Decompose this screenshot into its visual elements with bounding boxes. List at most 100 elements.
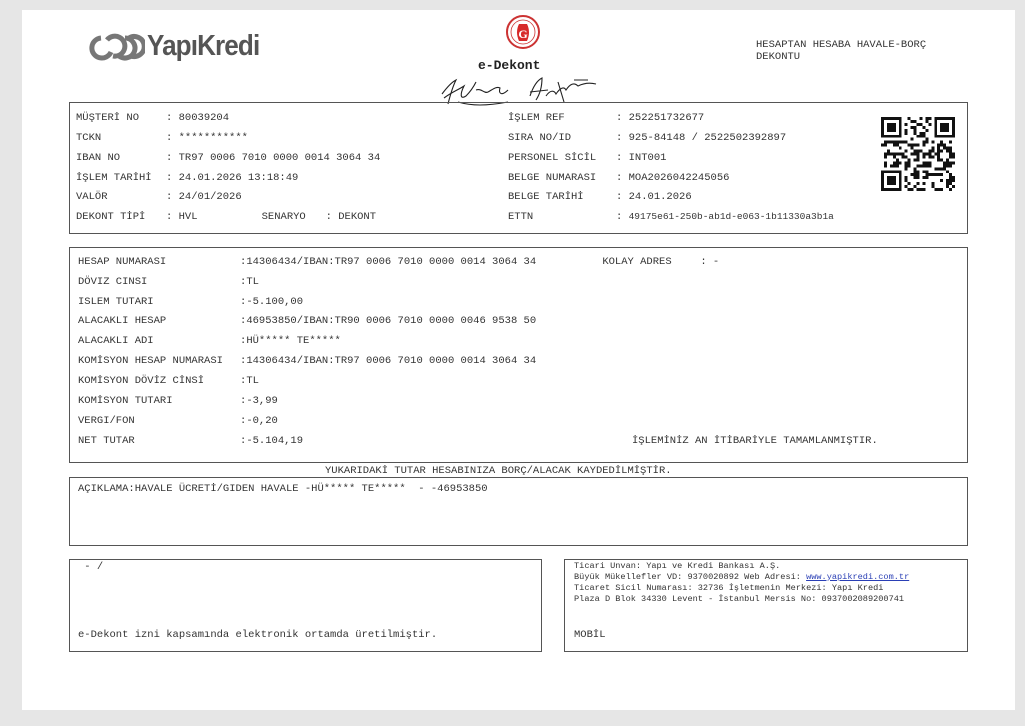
komisyon-hesap-row: KOMİSYON HESAP NUMARASI:14306434/IBAN:TR… <box>78 355 537 367</box>
islem-tarihi-value: 24.01.2026 13:18:49 <box>178 172 299 184</box>
kolay-adres-value: - <box>712 256 720 268</box>
islem-tutari-value: -5.100,00 <box>246 296 304 308</box>
svg-text:G: G <box>518 27 527 41</box>
sira-no-label: SIRA NO/ID <box>508 132 572 144</box>
belge-tarihi-row: BELGE TARİHİ: 24.01.2026 <box>508 191 692 203</box>
seal-icon: G <box>506 15 540 49</box>
notice-text: YUKARIDAKİ TUTAR HESABINIZA BORÇ/ALACAK … <box>325 465 672 477</box>
kolay-adres-label: KOLAY ADRES <box>602 256 672 268</box>
dekont-tipi-row: DEKONT TİPİ: HVL SENARYO: DEKONT <box>76 211 377 223</box>
komisyon-hesap-value: 14306434/IBAN:TR97 0006 7010 0000 0014 3… <box>246 355 537 367</box>
sira-no-value: 925-84148 / 2522502392897 <box>628 132 787 144</box>
footer-legal-text: e-Dekont izni kapsamında elektronik orta… <box>78 629 438 641</box>
yapikredi-logo: YapıKredi <box>87 30 260 64</box>
komisyon-doviz-row: KOMİSYON DÖVİZ CİNSİ:TL <box>78 375 259 387</box>
doviz-cinsi-label: DÖVIZ CINSI <box>78 276 148 288</box>
company-line4: Plaza D Blok 34330 Levent - İstanbul Mer… <box>574 594 905 604</box>
tckn-label: TCKN <box>76 132 102 144</box>
iban-no-row: IBAN NO: TR97 0006 7010 0000 0014 3064 3… <box>76 152 381 164</box>
islem-ref-value: 252251732677 <box>628 112 705 124</box>
hesap-numarasi-label: HESAP NUMARASI <box>78 256 167 268</box>
ettn-label: ETTN <box>508 211 534 223</box>
alacakli-hesap-value: 46953850/IBAN:TR90 0006 7010 0000 0046 9… <box>246 315 537 327</box>
doviz-cinsi-row: DÖVIZ CINSI:TL <box>78 276 259 288</box>
komisyon-tutari-label: KOMİSYON TUTARI <box>78 395 173 407</box>
komisyon-hesap-label: KOMİSYON HESAP NUMARASI <box>78 355 223 367</box>
bank-name: YapıKredi <box>147 30 260 62</box>
iban-no-label: IBAN NO <box>76 152 121 164</box>
document-title-line2: DEKONTU <box>756 51 801 63</box>
company-line2-text: Büyük Mükellefler VD: 9370020892 Web Adr… <box>574 572 807 582</box>
footer-left-box: - / e-Dekont izni kapsamında elektronik … <box>69 559 542 652</box>
company-line1: Ticari Unvan: Yapı ve Kredi Bankası A.Ş. <box>574 561 781 571</box>
tckn-row: TCKN: *********** <box>76 132 248 144</box>
ettn-value: 49175e61-250b-ab1d-e063-1b11330a3b1a <box>628 211 834 222</box>
company-line2: Büyük Mükellefler VD: 9370020892 Web Adr… <box>574 572 909 584</box>
musteri-no-row: MÜŞTERİ NO: 80039204 <box>76 112 230 124</box>
net-tutar-value: -5.104,19 <box>246 435 304 447</box>
net-tutar-label: NET TUTAR <box>78 435 135 447</box>
alacakli-hesap-row: ALACAKLI HESAP:46953850/IBAN:TR90 0006 7… <box>78 315 537 327</box>
musteri-no-value: 80039204 <box>178 112 230 124</box>
net-tutar-row: NET TUTAR:-5.104,19 <box>78 435 304 447</box>
ettn-row: ETTN: 49175e61-250b-ab1d-e063-1b11330a3b… <box>508 211 834 223</box>
dekont-tipi-value: HVL <box>178 211 198 223</box>
senaryo-label: SENARYO <box>261 211 306 223</box>
valor-label: VALÖR <box>76 191 108 203</box>
belge-numarasi-row: BELGE NUMARASI: MOA2026042245056 <box>508 172 730 184</box>
hesap-numarasi-row: HESAP NUMARASI:14306434/IBAN:TR97 0006 7… <box>78 256 720 268</box>
vergi-label: VERGI/FON <box>78 415 135 427</box>
document-name: e-Dekont <box>478 58 541 73</box>
komisyon-tutari-row: KOMİSYON TUTARI:-3,99 <box>78 395 278 407</box>
iban-no-value: TR97 0006 7010 0000 0014 3064 34 <box>178 152 381 164</box>
islem-tarihi-label: İŞLEM TARİHİ <box>76 172 152 184</box>
vergi-value: -0,20 <box>246 415 278 427</box>
musteri-no-label: MÜŞTERİ NO <box>76 112 140 124</box>
receipt-page: YapıKredi G e-Dekont HESAPTAN HESABA HAV… <box>22 10 1015 710</box>
company-line3: Ticaret Sicil Numarası: 32736 İşletmenin… <box>574 583 884 593</box>
alacakli-adi-label: ALACAKLI ADI <box>78 335 154 347</box>
komisyon-doviz-label: KOMİSYON DÖVİZ CİNSİ <box>78 375 205 387</box>
islem-tutari-row: ISLEM TUTARI:-5.100,00 <box>78 296 304 308</box>
aciklama-row: AÇIKLAMA:HAVALE ÜCRETİ/GIDEN HAVALE -HÜ*… <box>78 483 488 495</box>
footer-left-top: - / <box>78 561 104 573</box>
dekont-tipi-label: DEKONT TİPİ <box>76 211 146 223</box>
transaction-box: HESAP NUMARASI:14306434/IBAN:TR97 0006 7… <box>69 247 968 463</box>
islem-tutari-label: ISLEM TUTARI <box>78 296 154 308</box>
komisyon-tutari-value: -3,99 <box>246 395 278 407</box>
document-title: HESAPTAN HESABA HAVALE-BORÇ DEKONTU <box>756 39 926 63</box>
status-text: İŞLEMİNİZ AN İTİBARİYLE TAMAMLANMIŞTIR. <box>632 435 878 447</box>
belge-numarasi-label: BELGE NUMARASI <box>508 172 597 184</box>
customer-info-box: MÜŞTERİ NO: 80039204 TCKN: *********** I… <box>69 102 968 234</box>
belge-tarihi-label: BELGE TARİHİ <box>508 191 584 203</box>
valor-value: 24/01/2026 <box>178 191 242 203</box>
yapikredi-logo-icon <box>89 33 147 61</box>
islem-tarihi-row: İŞLEM TARİHİ: 24.01.2026 13:18:49 <box>76 172 299 184</box>
alacakli-adi-row: ALACAKLI ADI:HÜ***** TE***** <box>78 335 341 347</box>
belge-tarihi-value: 24.01.2026 <box>628 191 692 203</box>
vergi-row: VERGI/FON:-0,20 <box>78 415 278 427</box>
footer-right-box: Ticari Unvan: Yapı ve Kredi Bankası A.Ş.… <box>564 559 968 652</box>
alacakli-hesap-label: ALACAKLI HESAP <box>78 315 167 327</box>
channel-text: MOBİL <box>574 629 606 641</box>
aciklama-label: AÇIKLAMA: <box>78 483 135 495</box>
alacakli-adi-value: HÜ***** TE***** <box>246 335 341 347</box>
doviz-cinsi-value: TL <box>246 276 259 288</box>
personel-sicil-row: PERSONEL SİCİL: INT001 <box>508 152 667 164</box>
komisyon-doviz-value: TL <box>246 375 259 387</box>
sira-no-row: SIRA NO/ID: 925-84148 / 2522502392897 <box>508 132 787 144</box>
islem-ref-row: İŞLEM REF: 252251732677 <box>508 112 705 124</box>
personel-sicil-label: PERSONEL SİCİL <box>508 152 597 164</box>
qr-code-icon <box>881 117 955 191</box>
belge-numarasi-value: MOA2026042245056 <box>628 172 730 184</box>
document-title-line1: HESAPTAN HESABA HAVALE-BORÇ <box>756 39 927 51</box>
personel-sicil-value: INT001 <box>628 152 667 164</box>
islem-ref-label: İŞLEM REF <box>508 112 565 124</box>
valor-row: VALÖR: 24/01/2026 <box>76 191 242 203</box>
aciklama-box: AÇIKLAMA:HAVALE ÜCRETİ/GIDEN HAVALE -HÜ*… <box>69 477 968 546</box>
tckn-value: *********** <box>178 132 248 144</box>
company-website-link[interactable]: www.yapikredi.com.tr <box>806 572 909 582</box>
senaryo-value: DEKONT <box>338 211 377 223</box>
aciklama-value: HAVALE ÜCRETİ/GIDEN HAVALE -HÜ***** TE**… <box>134 483 488 495</box>
hesap-numarasi-value: 14306434/IBAN:TR97 0006 7010 0000 0014 3… <box>246 256 537 268</box>
